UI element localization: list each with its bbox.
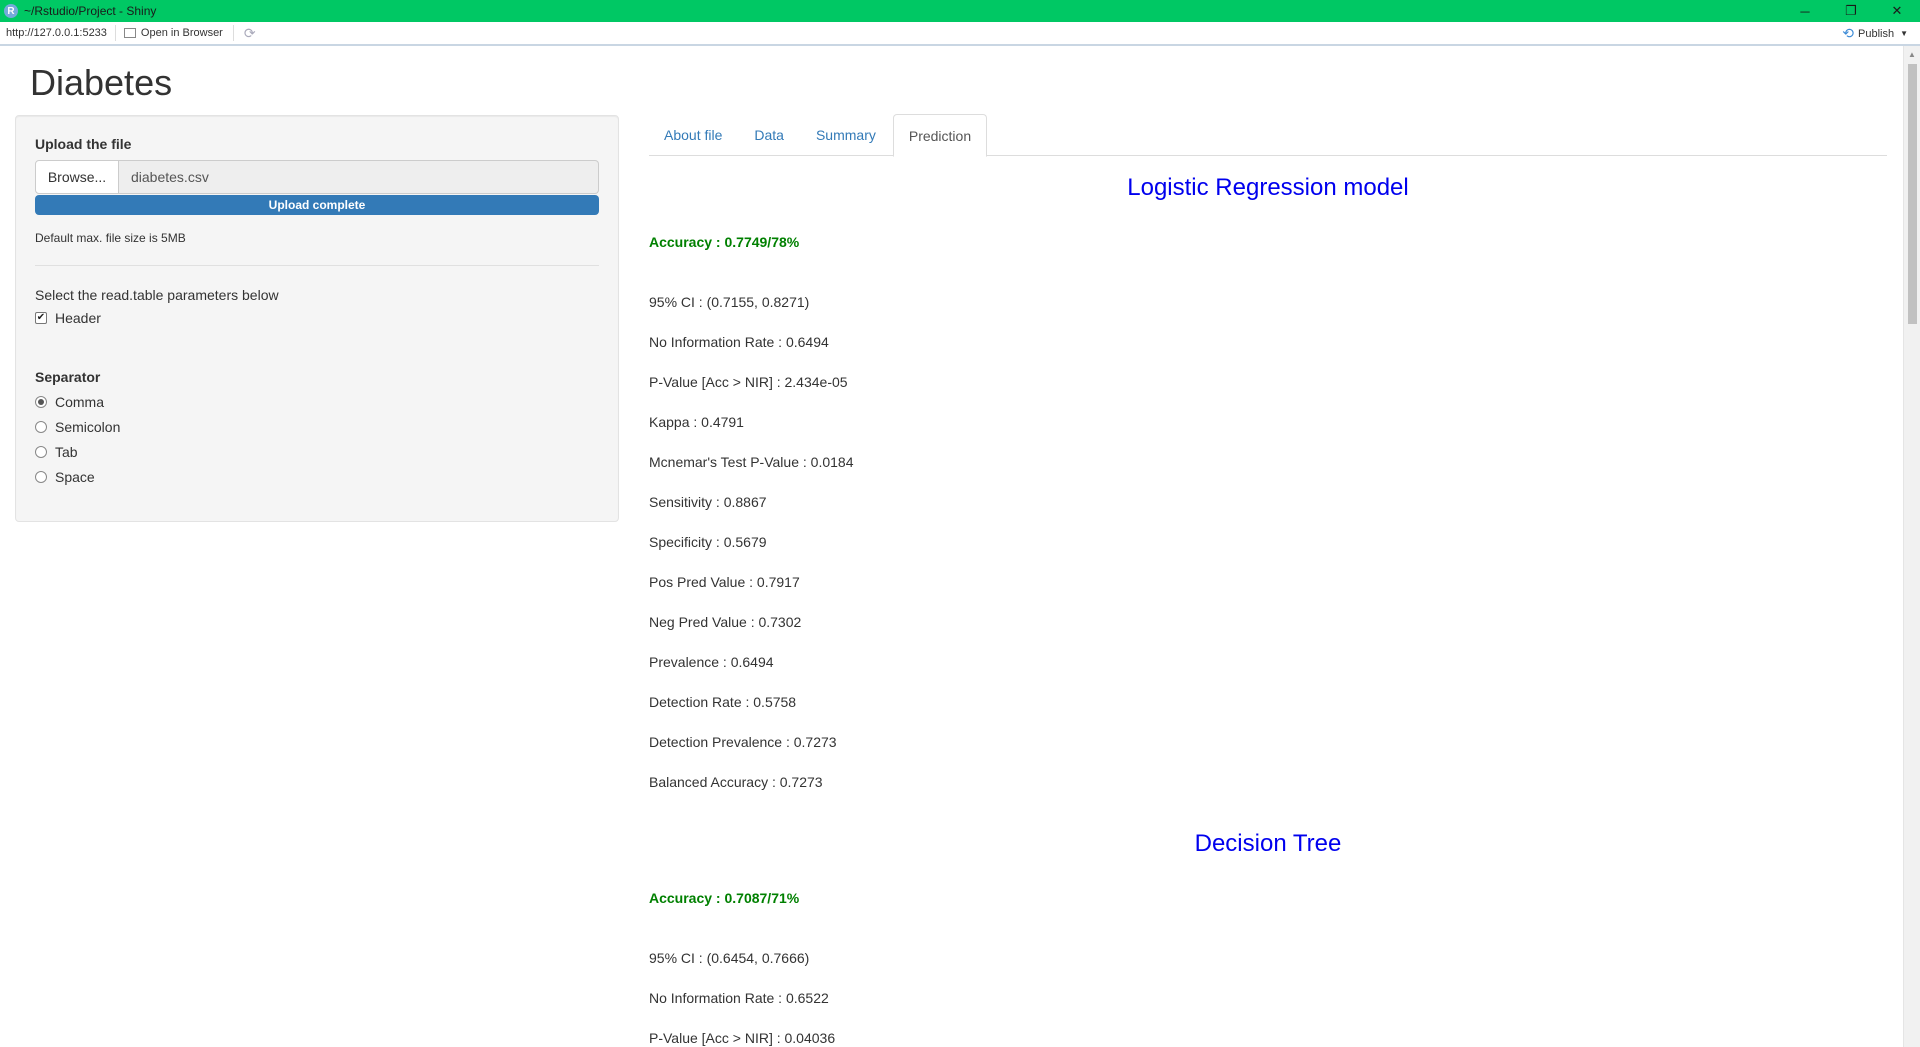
browse-button[interactable]: Browse... <box>35 160 119 194</box>
chevron-down-icon: ▼ <box>1900 29 1908 38</box>
upload-progress-bar: Upload complete <box>35 195 599 215</box>
tab-prediction[interactable]: Prediction <box>892 114 988 157</box>
file-input: Browse... diabetes.csv <box>35 160 599 194</box>
radio-semicolon[interactable]: Semicolon <box>35 419 120 435</box>
radio-button[interactable] <box>35 396 47 408</box>
upload-progress: Upload complete <box>35 195 599 215</box>
divider <box>35 265 599 266</box>
scrollbar-thumb[interactable] <box>1908 64 1917 324</box>
open-in-browser-label: Open in Browser <box>140 27 223 39</box>
page-title: Diabetes <box>30 62 173 103</box>
tab-bar: About file Data Summary Prediction <box>649 114 1887 157</box>
logistic-stat: Prevalence : 0.6494 <box>649 654 774 670</box>
max-size-note: Default max. file size is 5MB <box>35 231 186 245</box>
vertical-scrollbar[interactable]: ▲ <box>1903 46 1920 1047</box>
logistic-stat: Mcnemar's Test P-Value : 0.0184 <box>649 454 854 470</box>
close-button[interactable]: ✕ <box>1874 0 1920 22</box>
window-controls: ─ ❐ ✕ <box>1782 0 1920 22</box>
logistic-stat: Sensitivity : 0.8867 <box>649 494 767 510</box>
tree-stat: No Information Rate : 0.6522 <box>649 990 829 1006</box>
maximize-button[interactable]: ❐ <box>1828 0 1874 22</box>
logistic-model-title: Logistic Regression model <box>1127 174 1409 201</box>
logistic-stat: Detection Rate : 0.5758 <box>649 694 797 710</box>
tree-stat: P-Value [Acc > NIR] : 0.04036 <box>649 1030 836 1046</box>
separator-label: Separator <box>35 369 101 385</box>
logistic-accuracy: Accuracy : 0.7749/78% <box>649 234 800 250</box>
header-checkbox-row[interactable]: ✔ Header <box>35 310 101 326</box>
tree-stat: 95% CI : (0.6454, 0.7666) <box>649 950 810 966</box>
publish-icon: ⟲ <box>1842 25 1854 41</box>
sidebar-panel: Upload the file Browse... diabetes.csv U… <box>15 115 619 522</box>
viewer-toolbar: http://127.0.0.1:5233 Open in Browser ⟳ … <box>0 22 1920 46</box>
radio-label: Space <box>55 469 95 485</box>
params-label: Select the read.table parameters below <box>35 287 279 303</box>
shiny-app-page: Diabetes Upload the file Browse... diabe… <box>0 46 1903 1047</box>
file-name-field[interactable]: diabetes.csv <box>119 160 599 194</box>
logistic-stat: P-Value [Acc > NIR] : 2.434e-05 <box>649 374 848 390</box>
url-display[interactable]: http://127.0.0.1:5233 <box>6 25 116 41</box>
minimize-button[interactable]: ─ <box>1782 0 1828 22</box>
logistic-stat: Pos Pred Value : 0.7917 <box>649 574 800 590</box>
publish-label: Publish <box>1858 27 1895 40</box>
radio-button[interactable] <box>35 421 47 433</box>
tab-data[interactable]: Data <box>739 114 799 156</box>
rstudio-app-icon: R <box>4 4 18 18</box>
scroll-up-icon[interactable]: ▲ <box>1908 50 1916 59</box>
window-title-bar: R ~/Rstudio/Project - Shiny ─ ❐ ✕ <box>0 0 1920 22</box>
radio-button[interactable] <box>35 446 47 458</box>
tab-summary[interactable]: Summary <box>801 114 891 156</box>
open-in-browser-button[interactable]: Open in Browser <box>123 25 234 41</box>
window-title: ~/Rstudio/Project - Shiny <box>24 4 157 18</box>
logistic-stat: Detection Prevalence : 0.7273 <box>649 734 837 750</box>
logistic-stat: Specificity : 0.5679 <box>649 534 767 550</box>
radio-label: Comma <box>55 394 105 410</box>
radio-label: Semicolon <box>55 419 121 435</box>
logistic-stat: Kappa : 0.4791 <box>649 414 744 430</box>
logistic-stat: 95% CI : (0.7155, 0.8271) <box>649 294 810 310</box>
radio-tab[interactable]: Tab <box>35 444 78 460</box>
logistic-stat: No Information Rate : 0.6494 <box>649 334 829 350</box>
radio-button[interactable] <box>35 471 47 483</box>
logistic-stat: Balanced Accuracy : 0.7273 <box>649 774 823 790</box>
refresh-icon[interactable]: ⟳ <box>244 25 256 42</box>
header-checkbox-label: Header <box>55 310 101 326</box>
radio-label: Tab <box>55 444 78 460</box>
radio-comma[interactable]: Comma <box>35 394 104 410</box>
publish-button[interactable]: ⟲ Publish ▼ <box>1842 25 1908 42</box>
tree-model-title: Decision Tree <box>1194 830 1342 857</box>
radio-space[interactable]: Space <box>35 469 95 485</box>
tab-about-file[interactable]: About file <box>649 114 737 156</box>
upload-label: Upload the file <box>35 136 132 152</box>
logistic-stat: Neg Pred Value : 0.7302 <box>649 614 802 630</box>
external-window-icon <box>123 28 136 38</box>
tree-accuracy: Accuracy : 0.7087/71% <box>649 890 800 906</box>
header-checkbox[interactable]: ✔ <box>35 312 47 324</box>
